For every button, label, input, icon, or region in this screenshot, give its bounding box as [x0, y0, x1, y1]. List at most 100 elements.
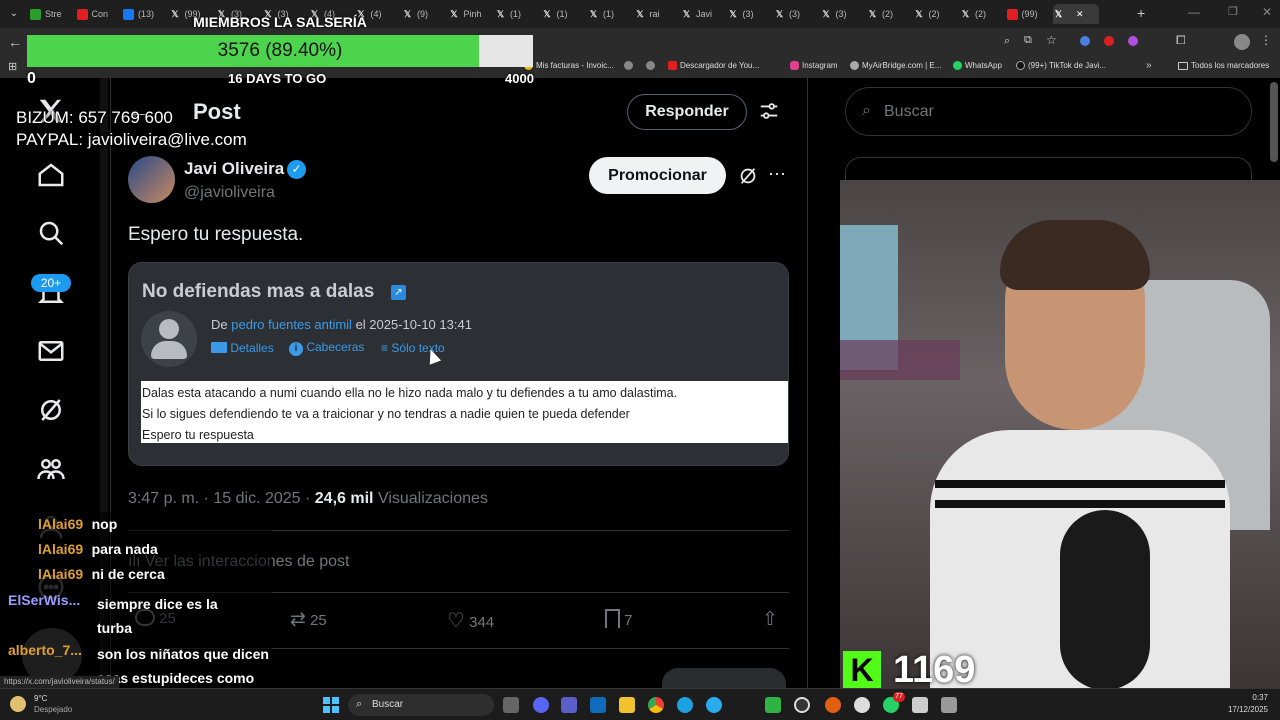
home-icon[interactable]: [36, 160, 70, 194]
author-name[interactable]: Javi Oliveira: [184, 159, 284, 179]
app-orange-icon[interactable]: [825, 697, 841, 713]
bookmark-instagram[interactable]: Instagram: [790, 61, 838, 70]
edge-icon[interactable]: [677, 697, 693, 713]
file-explorer-icon[interactable]: [619, 697, 635, 713]
tab-favicon: 𝕏: [589, 8, 598, 19]
browser-tab[interactable]: 𝕏 (2): [960, 4, 1004, 24]
taskbar-search[interactable]: ⌕ Buscar: [348, 694, 494, 716]
like-count: 344: [469, 614, 495, 631]
bookmark-label: MyAirBridge.com | E...: [862, 61, 942, 70]
bookmark-myairbridge[interactable]: MyAirBridge.com | E...: [850, 61, 941, 70]
post-timestamp[interactable]: 3:47 p. m. · 15 dic. 2025 ·: [128, 490, 310, 507]
chrome-icon[interactable]: [648, 697, 664, 713]
weather-desc: Despejado: [34, 705, 73, 714]
bookmark-invoices[interactable]: Mis facturas - Invoic...: [524, 61, 614, 70]
like-action[interactable]: ♡ 344: [447, 608, 494, 633]
browser-tab[interactable]: 𝕏rai: [635, 4, 679, 24]
zoom-icon[interactable]: ⌕: [1004, 35, 1010, 48]
extensions-puzzle-icon[interactable]: ⧠: [1176, 33, 1186, 48]
window-minimize-icon[interactable]: —: [1188, 5, 1200, 19]
share-icon[interactable]: ⇧: [762, 608, 778, 631]
bookmark-all[interactable]: Todos los marcadores: [1178, 61, 1269, 70]
browser-tab[interactable]: (13): [123, 4, 167, 24]
extension-icon-3[interactable]: [1128, 36, 1138, 46]
views-label: Visualizaciones: [377, 490, 488, 507]
browser-tab[interactable]: 𝕏 (9): [402, 4, 446, 24]
tab-favicon: 𝕏: [171, 8, 179, 19]
browser-tab[interactable]: 𝕏 (3): [728, 4, 772, 24]
browser-tab[interactable]: Stre: [30, 4, 74, 24]
window-close-icon[interactable]: ✕: [1262, 5, 1272, 19]
extension-icon-1[interactable]: [1080, 36, 1090, 46]
bookmark-icon: [605, 609, 620, 628]
telegram-icon[interactable]: [706, 697, 722, 713]
promote-button[interactable]: Promocionar: [589, 157, 726, 194]
browser-tab-active[interactable]: 𝕏 ✕: [1053, 4, 1099, 24]
author-handle[interactable]: @javioliveira: [184, 184, 275, 202]
window-restore-icon[interactable]: ❐: [1228, 5, 1238, 18]
star-icon[interactable]: ☆: [1046, 33, 1057, 47]
menu-dots-icon[interactable]: ⋮: [1260, 33, 1272, 47]
new-tab-icon[interactable]: +: [1137, 5, 1145, 21]
tab-label: Con: [91, 9, 109, 19]
app-green-icon[interactable]: [765, 697, 781, 713]
repost-action[interactable]: ⇄ 25: [290, 608, 327, 631]
more-options-icon[interactable]: ⋯: [768, 164, 786, 185]
discord-icon[interactable]: [533, 697, 549, 713]
tab-list-icon[interactable]: ⌄: [6, 6, 22, 22]
browser-tab[interactable]: 𝕏 Pinh: [449, 4, 493, 24]
browser-tab[interactable]: (99): [1006, 4, 1051, 24]
browser-tab[interactable]: 𝕏 (2): [914, 4, 958, 24]
bookmark-action[interactable]: 7: [605, 609, 633, 629]
start-button-icon[interactable]: [323, 697, 339, 713]
browser-tab[interactable]: 𝕏 (1): [588, 4, 632, 24]
reply-button[interactable]: Responder: [627, 94, 747, 130]
grok-explain-icon[interactable]: [737, 165, 759, 187]
clock-time[interactable]: 0:37: [1224, 693, 1268, 702]
tab-favicon: 𝕏: [682, 8, 691, 19]
bookmark-globe-2[interactable]: [646, 61, 655, 70]
search-icon[interactable]: [36, 218, 70, 252]
post-text: Espero tu respuesta.: [128, 224, 304, 245]
scrollbar-right[interactable]: [1270, 82, 1278, 162]
browser-tab[interactable]: 𝕏 (3): [821, 4, 865, 24]
post-image-card[interactable]: No defiendas mas a dalas ↗ De pedro fuen…: [128, 262, 789, 466]
browser-tab[interactable]: 𝕏 (3): [774, 4, 818, 24]
grok-icon[interactable]: [36, 395, 70, 429]
bookmark-tiktok[interactable]: (99+) TikTok de Javi...: [1016, 61, 1106, 70]
instagram-icon: [790, 61, 799, 70]
bookmarks-overflow-icon[interactable]: »: [1146, 60, 1152, 71]
outlook-icon[interactable]: [590, 697, 606, 713]
clock-date[interactable]: 17/12/2025: [1220, 705, 1268, 714]
extension-icon-2[interactable]: [1104, 36, 1114, 46]
teams-icon[interactable]: [561, 697, 577, 713]
tab-close-icon[interactable]: ✕: [1076, 9, 1084, 20]
app-window-icon[interactable]: [912, 697, 928, 713]
back-icon[interactable]: ←: [8, 34, 22, 50]
app-circle-icon[interactable]: [854, 697, 870, 713]
browser-tab[interactable]: 𝕏 (1): [495, 4, 539, 24]
browser-tab[interactable]: 𝕏 Javi: [681, 4, 725, 24]
browser-tab[interactable]: 𝕏 (2): [867, 4, 911, 24]
bookmark-youtube-downloader[interactable]: Descargador de You...: [668, 61, 759, 70]
obs-icon[interactable]: [794, 697, 810, 713]
task-view-icon[interactable]: [503, 697, 519, 713]
bookmark-globe-1[interactable]: [624, 61, 633, 70]
app-window2-icon[interactable]: [941, 697, 957, 713]
chat-text: para nada: [91, 541, 158, 557]
weather-widget[interactable]: 9°C Despejado: [10, 693, 90, 717]
profile-avatar[interactable]: [1234, 34, 1250, 50]
bookmark-favicon: [668, 61, 677, 70]
messages-envelope-icon[interactable]: [36, 336, 70, 370]
author-avatar[interactable]: [128, 156, 175, 203]
browser-tab[interactable]: Con: [76, 4, 121, 24]
communities-icon[interactable]: [36, 454, 70, 488]
sliders-icon[interactable]: [758, 100, 780, 122]
tab-favicon: [76, 8, 88, 20]
search-box[interactable]: ⌕ Buscar: [845, 87, 1252, 136]
screen-icon[interactable]: ⧉: [1024, 34, 1032, 47]
browser-tab[interactable]: 𝕏 (1): [542, 4, 586, 24]
apps-grid-icon[interactable]: ⊞: [8, 60, 17, 73]
bookmark-whatsapp[interactable]: WhatsApp: [953, 61, 1002, 70]
tab-label: rai: [649, 9, 660, 19]
